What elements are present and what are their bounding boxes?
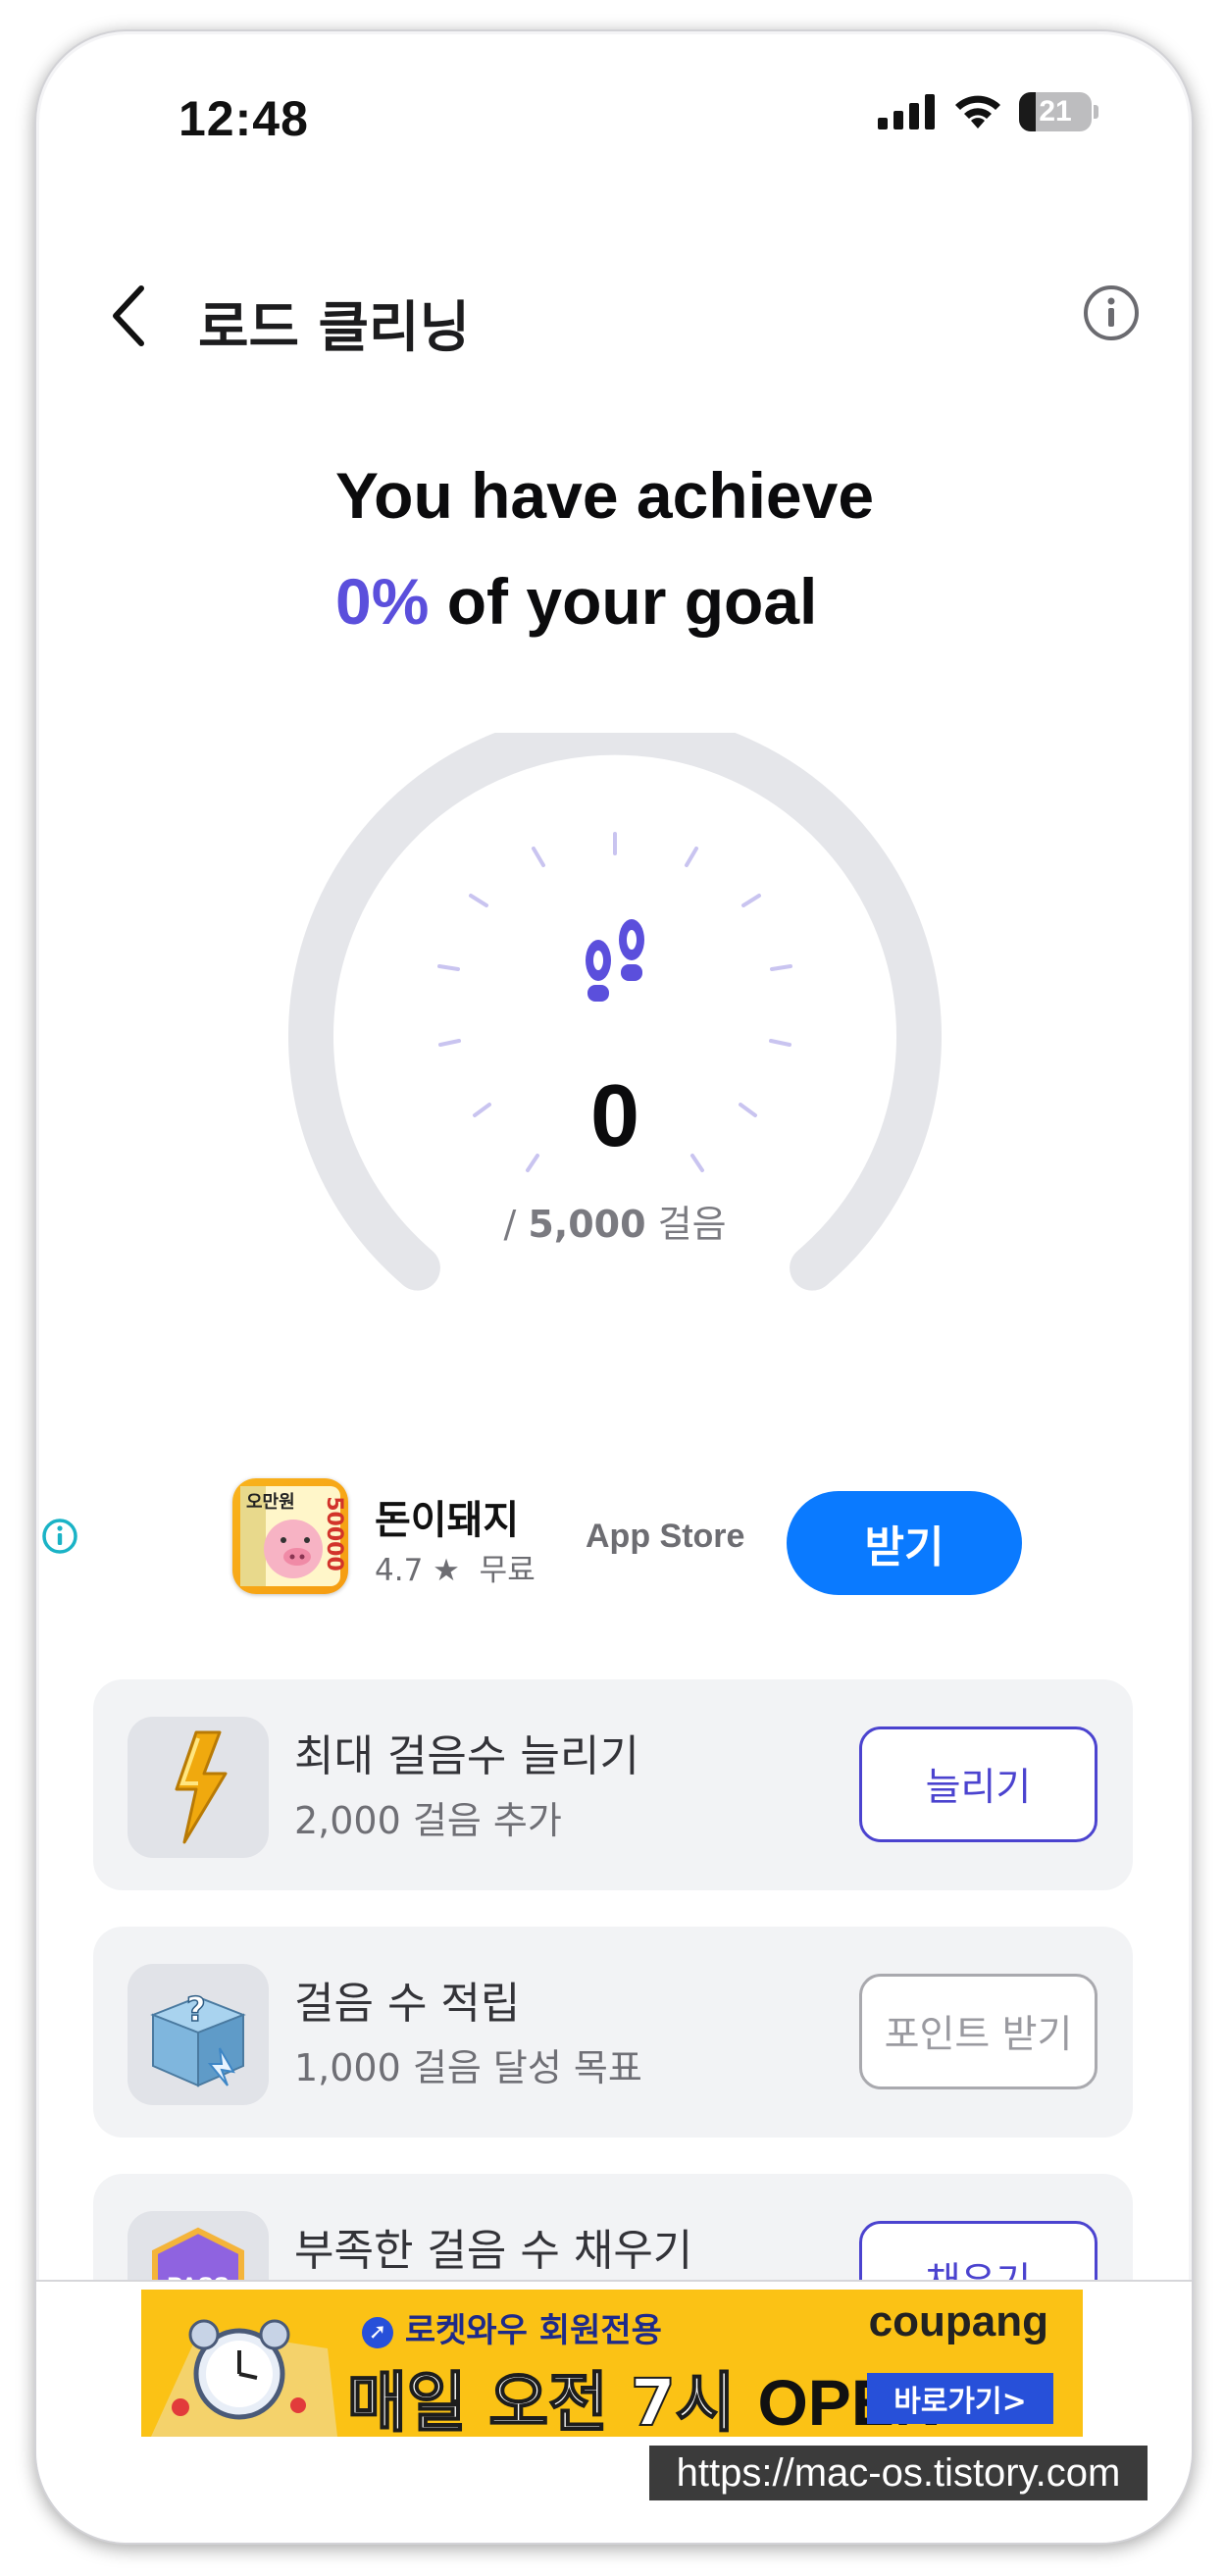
ad-app-meta: 4.7 ★ 무료 (375, 1545, 536, 1589)
headline-line2-rest: of your goal (429, 565, 818, 638)
card-subtitle: 1,000 걸음 달성 목표 (294, 2046, 642, 2089)
status-time: 12:48 (179, 91, 309, 146)
banner-cta-button[interactable]: 바로가기> (867, 2373, 1053, 2424)
ad-rating: 4.7 ★ (375, 1553, 460, 1588)
status-bar: 12:48 21 (36, 31, 1192, 208)
step-gauge: 0 / 5,000 걸음 (272, 709, 958, 1361)
ad-price: 무료 (479, 1553, 536, 1588)
page-title: 로드 클리닝 (198, 296, 471, 360)
app-install-ad[interactable]: 오만원 50000 돈이돼지 4.7 ★ 무료 App Store 받기 (36, 1478, 1192, 1596)
step-goal: / 5,000 걸음 (503, 1203, 727, 1246)
mission-card-increase: 최대 걸음수 늘리기 2,000 걸음 추가 늘리기 (93, 1679, 1133, 1890)
gauge-arc (288, 709, 942, 1291)
goal-unit: 걸음 (645, 1203, 727, 1246)
mystery-box-icon: ? (150, 1989, 246, 2087)
coupang-banner-ad[interactable]: ➚ 로켓와우 회원전용 coupang 매일 오전 7시 OPEN 바로가기> (141, 2290, 1083, 2437)
wifi-icon (955, 95, 1000, 129)
chevron-left-icon (113, 285, 144, 346)
phone-frame: 12:48 21 로드 클리닝 You have achieve 0% of y… (34, 29, 1194, 2545)
headline-line1: You have achieve (335, 459, 875, 532)
alarm-clock-icon (151, 2319, 337, 2437)
banner-brand: coupang (868, 2297, 1048, 2345)
card-title: 최대 걸음수 늘리기 (294, 1731, 639, 1781)
mission-card-earn: ? 걸음 수 적립 1,000 걸음 달성 목표 포인트 받기 (93, 1927, 1133, 2138)
icon-label-side: 50000 (322, 1496, 347, 1571)
banner-top-text: ➚ 로켓와우 회원전용 (362, 2303, 662, 2351)
headline-line2: 0% of your goal (335, 564, 817, 639)
lightning-icon (175, 1730, 228, 1844)
battery-tip (1094, 105, 1098, 119)
get-app-button[interactable]: 받기 (787, 1491, 1022, 1595)
ad-info-icon[interactable] (41, 1518, 78, 1555)
step-count: 0 (589, 1067, 640, 1165)
card-title: 부족한 걸음 수 채우기 (294, 2226, 693, 2276)
battery-level: 21 (1039, 95, 1072, 128)
get-points-button[interactable]: 포인트 받기 (859, 1974, 1097, 2089)
banner-main-text: 매일 오전 7시 OPEN (346, 2364, 942, 2437)
icon-label-top: 오만원 (246, 1492, 295, 1513)
info-icon[interactable] (1082, 283, 1141, 342)
nav-bar: 로드 클리닝 (36, 252, 1192, 380)
card-thumb: ? (128, 1964, 269, 2105)
rocket-icon: ➚ (362, 2316, 393, 2348)
card-title: 걸음 수 적립 (294, 1979, 521, 2029)
footprints-icon (586, 919, 644, 1002)
progress-percent: 0% (335, 565, 430, 638)
card-thumb (128, 1717, 269, 1858)
cellular-signal-icon (878, 94, 935, 129)
ad-app-name: 돈이돼지 (375, 1498, 520, 1543)
watermark: https://mac-os.tistory.com (649, 2446, 1148, 2500)
status-icons: 21 (878, 92, 1098, 131)
goal-value: 5,000 (528, 1203, 646, 1246)
battery-icon: 21 (1019, 92, 1092, 131)
increase-button[interactable]: 늘리기 (859, 1726, 1097, 1842)
card-subtitle: 2,000 걸음 추가 (294, 1799, 562, 1842)
back-button[interactable] (90, 277, 169, 355)
ad-store-label: App Store (586, 1518, 745, 1555)
svg-text:?: ? (186, 1990, 206, 2030)
app-icon[interactable]: 오만원 50000 (232, 1478, 348, 1594)
